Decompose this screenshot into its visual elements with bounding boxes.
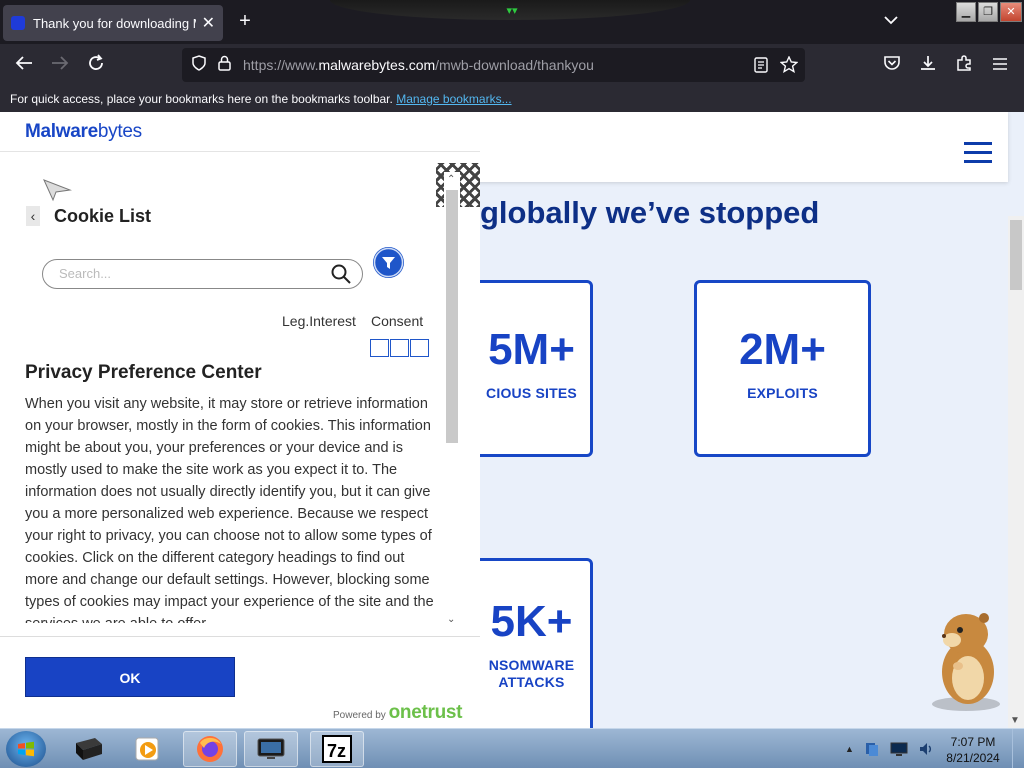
panel-logo-row: Malwarebytes — [0, 112, 480, 152]
stat-card-exploits: 2M+ EXPLOITS — [694, 280, 871, 457]
tab-strip: ▾▾ Thank you for downloading Ma ✕ + ▁ ❐ … — [0, 0, 1024, 44]
network-tray-icon[interactable] — [864, 741, 880, 757]
restore-button[interactable]: ❐ — [978, 2, 998, 22]
volume-tray-icon[interactable] — [918, 741, 934, 757]
select-all-consent-checkbox[interactable] — [390, 339, 409, 357]
consent-column-header: Consent — [371, 313, 424, 329]
privacy-center-title: Privacy Preference Center — [25, 362, 262, 383]
stat-number: 2M+ — [739, 325, 826, 374]
scroll-down-arrow-icon[interactable]: ⌄ — [447, 614, 455, 625]
taskbar-firefox-icon[interactable] — [183, 731, 237, 767]
ok-button[interactable]: OK — [25, 657, 235, 697]
windows-logo-icon — [18, 741, 34, 757]
manage-bookmarks-link[interactable]: Manage bookmarks... — [396, 92, 511, 106]
tab-title: Thank you for downloading Ma — [33, 15, 196, 31]
new-tab-button[interactable]: + — [234, 10, 256, 32]
filter-icon — [373, 247, 404, 278]
malwarebytes-favicon-icon — [11, 16, 25, 30]
reload-icon[interactable] — [85, 54, 107, 76]
close-window-button[interactable]: ✕ — [1000, 2, 1022, 22]
window-controls: ▁ ❐ ✕ — [956, 2, 1022, 22]
extensions-icon[interactable] — [953, 54, 975, 76]
malwarebytes-logo: Malwarebytes — [25, 121, 142, 142]
back-icon[interactable] — [13, 54, 35, 76]
hamster-mascot-image — [932, 613, 1000, 711]
taskbar-7zip-icon[interactable]: 7z — [310, 731, 364, 767]
site-menu-hamburger-icon[interactable] — [964, 142, 992, 169]
svg-text:7z: 7z — [327, 741, 346, 761]
downloads-icon[interactable] — [917, 54, 939, 76]
bookmarks-hint-text: For quick access, place your bookmarks h… — [10, 92, 393, 106]
bookmark-star-icon[interactable] — [779, 55, 799, 76]
start-button[interactable] — [6, 731, 46, 767]
scroll-down-arrow-icon[interactable]: ▼ — [1010, 715, 1020, 726]
panel-scrollbar-thumb[interactable] — [446, 190, 458, 443]
clock-time: 7:07 PM — [950, 735, 996, 749]
cookie-list-title: Cookie List — [54, 206, 152, 226]
clock-date: 8/21/2024 — [946, 751, 1000, 765]
back-button[interactable]: ‹ — [26, 206, 40, 226]
cookie-preference-panel: Malwarebytes ‹ Cookie List Search... Leg… — [0, 112, 480, 728]
scroll-up-arrow-icon[interactable]: ⌃ — [447, 174, 455, 185]
page-scrollbar[interactable]: ▼ — [1008, 216, 1024, 728]
tab-close-icon[interactable]: ✕ — [202, 13, 215, 33]
tab-malwarebytes[interactable]: Thank you for downloading Ma ✕ — [3, 5, 223, 41]
leg-interest-column-header: Leg.Interest — [282, 313, 356, 329]
url-prefix: https://www. — [243, 57, 319, 73]
taskbar-remote-desktop-icon[interactable] — [244, 731, 298, 767]
page-headline: globally we’ve stopped — [480, 195, 820, 230]
windows-taskbar: 7z ▲ 7:07 PM 8/21/2024 — [0, 728, 1024, 768]
footer-divider — [0, 636, 480, 637]
search-icon[interactable] — [330, 263, 352, 285]
reader-view-icon[interactable] — [754, 57, 768, 76]
filter-button[interactable] — [373, 247, 404, 278]
bookmarks-toolbar: For quick access, place your bookmarks h… — [0, 86, 1024, 112]
list-all-tabs-button[interactable] — [884, 12, 898, 28]
taskbar-media-player-icon[interactable] — [120, 731, 174, 767]
pocket-icon[interactable] — [881, 54, 903, 76]
stat-label: EXPLOITS — [747, 385, 818, 401]
show-desktop-button[interactable] — [1012, 729, 1024, 768]
paper-plane-cursor-icon — [43, 179, 72, 202]
minimize-button[interactable]: ▁ — [956, 2, 976, 22]
show-hidden-icons-icon[interactable]: ▲ — [845, 744, 854, 754]
select-all-leg-interest-checkbox[interactable] — [370, 339, 389, 357]
status-led-icon: ▾▾ — [506, 5, 518, 17]
url-bar[interactable]: https://www. malwarebytes.com/mwb-downloa… — [182, 48, 805, 82]
lock-icon[interactable] — [218, 55, 231, 75]
page-scrollbar-thumb[interactable] — [1010, 220, 1022, 290]
display-tray-icon[interactable] — [890, 742, 908, 756]
onetrust-logo: onetrust — [388, 702, 463, 723]
navigation-toolbar: https://www. malwarebytes.com/mwb-downloa… — [0, 44, 1024, 86]
taskbar-terminal-app-icon[interactable] — [62, 731, 116, 767]
system-clock[interactable]: 7:07 PM 8/21/2024 — [940, 734, 1006, 766]
system-tray: ▲ — [845, 741, 934, 757]
powered-by-onetrust[interactable]: Powered by onetrust — [333, 702, 463, 724]
app-menu-icon[interactable] — [989, 54, 1011, 76]
tracking-protection-shield-icon[interactable] — [192, 55, 206, 75]
url-domain: malwarebytes.com — [318, 57, 436, 73]
forward-icon[interactable] — [49, 54, 71, 76]
cookie-search-input[interactable]: Search... — [42, 259, 363, 289]
panel-scrollbar[interactable]: ⌃ ⌄ — [444, 172, 460, 625]
url-path: /mwb-download/thankyou — [435, 57, 594, 73]
select-all-checkbox[interactable] — [410, 339, 429, 357]
privacy-description: When you visit any website, it may store… — [25, 396, 434, 623]
